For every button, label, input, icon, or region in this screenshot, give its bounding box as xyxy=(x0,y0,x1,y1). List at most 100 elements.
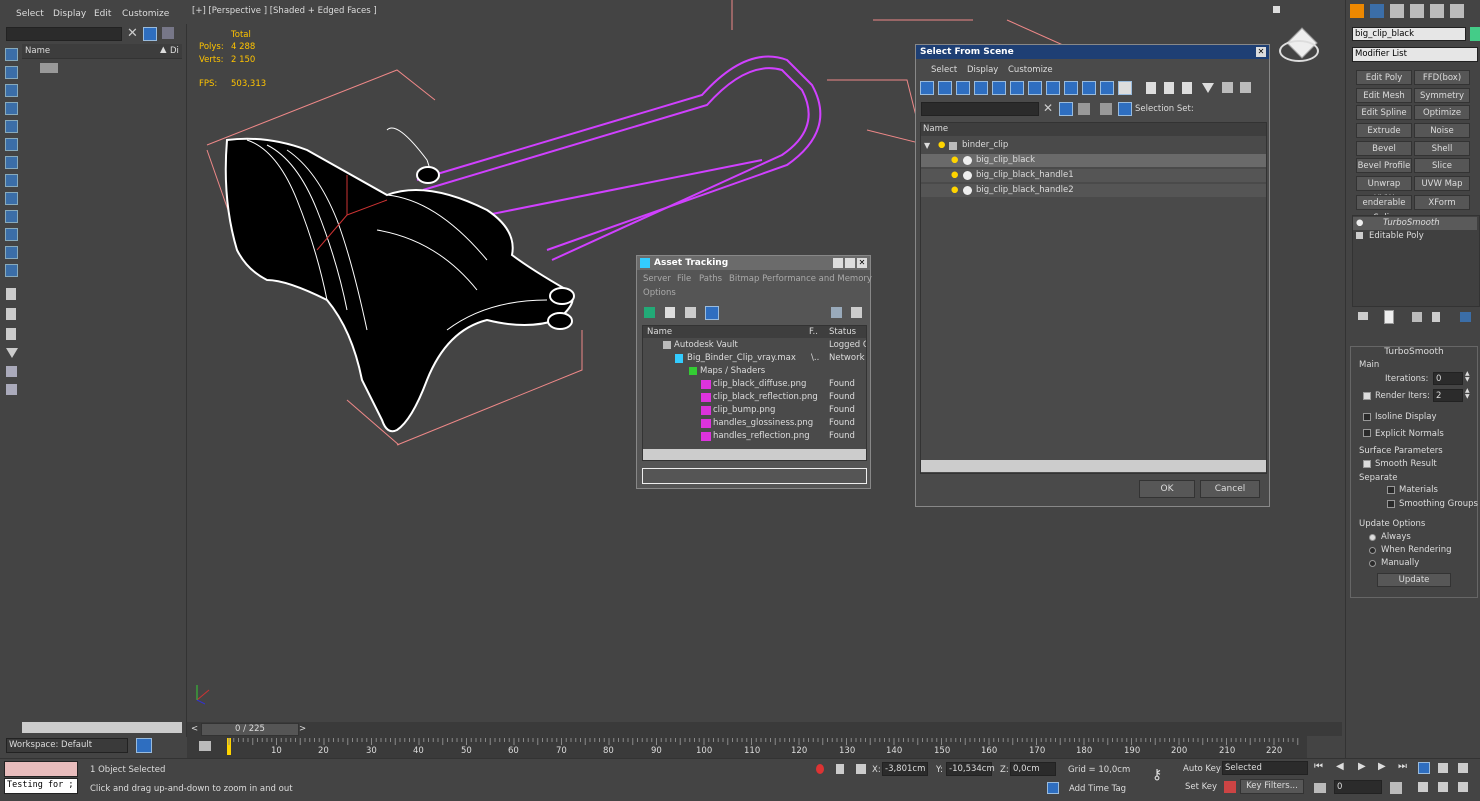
funnel-icon[interactable] xyxy=(6,348,18,358)
at-help-icon[interactable] xyxy=(831,307,842,318)
modifier-button[interactable]: Edit Spline xyxy=(1356,105,1412,120)
sfs-display-geometry-icon[interactable] xyxy=(920,81,934,95)
maxscript-input[interactable]: Testing for ; xyxy=(4,778,78,794)
key-filters-button[interactable]: Key Filters... xyxy=(1240,779,1304,794)
z-coord-input[interactable]: 0,0cm xyxy=(1010,762,1056,776)
at-details-icon[interactable] xyxy=(685,307,696,318)
lock-selection-icon[interactable] xyxy=(836,764,844,774)
at-minimize-button[interactable] xyxy=(833,258,843,268)
spacewarp-filter-icon[interactable] xyxy=(5,192,18,205)
select-from-scene-titlebar[interactable]: Select From Scene xyxy=(916,45,1269,59)
time-slider-next[interactable]: > xyxy=(299,724,306,734)
modifier-button[interactable]: FFD(box) xyxy=(1414,70,1470,85)
set-keys-icon[interactable] xyxy=(1224,781,1236,793)
field-of-view-icon[interactable] xyxy=(1458,763,1468,773)
at-info-icon[interactable] xyxy=(851,307,862,318)
render-iters-checkbox[interactable] xyxy=(1363,392,1371,400)
sfs-menu-select[interactable]: Select xyxy=(931,65,957,75)
sfs-display-bones-icon[interactable] xyxy=(1064,81,1078,95)
zoom-region-icon[interactable] xyxy=(1438,763,1448,773)
modifier-button[interactable]: Slice xyxy=(1414,158,1470,173)
at-col-name[interactable]: Name xyxy=(647,327,672,337)
sfs-display-lights-icon[interactable] xyxy=(956,81,970,95)
sfs-display-xrefs-icon[interactable] xyxy=(1046,81,1060,95)
hierarchy-icon[interactable] xyxy=(6,366,17,377)
utilities-tab-icon[interactable] xyxy=(1450,4,1464,18)
maxscript-listener[interactable] xyxy=(4,761,78,777)
modifier-button[interactable]: Edit Poly xyxy=(1356,70,1412,85)
at-menu-file[interactable]: File xyxy=(677,274,691,284)
sfs-display-hidden-icon[interactable] xyxy=(1118,81,1132,95)
sfs-display-cameras-icon[interactable] xyxy=(974,81,988,95)
sfs-list-header[interactable]: Name xyxy=(921,123,1266,136)
at-col-status[interactable]: Status xyxy=(829,327,856,337)
clear-search-icon[interactable]: ✕ xyxy=(127,26,138,41)
motion-tab-icon[interactable] xyxy=(1410,4,1424,18)
orbit-icon[interactable] xyxy=(1438,782,1448,792)
play-icon[interactable]: ▶ xyxy=(1358,761,1366,772)
manually-radio[interactable] xyxy=(1369,560,1376,567)
modify-tab-icon[interactable] xyxy=(1370,4,1384,18)
track-bar[interactable]: 10 20 30 40 50 60 70 80 90 100 110 120 1… xyxy=(187,736,1307,758)
sfs-page-icon-2[interactable] xyxy=(1164,82,1174,94)
bone-filter-icon[interactable] xyxy=(5,246,18,259)
hierarchy-tab-icon[interactable] xyxy=(1390,4,1404,18)
lightbulb-icon[interactable]: ● xyxy=(951,184,958,197)
time-slider-thumb[interactable]: 0 / 225 xyxy=(201,723,299,736)
shape-filter-icon[interactable] xyxy=(5,120,18,133)
at-menu-server[interactable]: Server xyxy=(643,274,671,284)
sfs-row-binder-clip[interactable]: ▼ ● binder_clip xyxy=(921,139,1266,152)
lightbulb-icon[interactable]: ● xyxy=(951,169,958,182)
modifier-button[interactable]: Unwrap UVW xyxy=(1356,176,1412,204)
invert-icon[interactable] xyxy=(5,84,18,97)
sfs-display-spacewarps-icon[interactable] xyxy=(1010,81,1024,95)
y-coord-input[interactable]: -10,534cm xyxy=(946,762,995,776)
sfs-stack-icon[interactable] xyxy=(1100,103,1112,115)
sfs-display-containers-icon[interactable] xyxy=(1082,81,1096,95)
x-coord-input[interactable]: -3,801cm xyxy=(882,762,928,776)
at-list-icon[interactable] xyxy=(665,307,675,318)
time-config-icon[interactable] xyxy=(1390,782,1402,794)
page-icon-2[interactable] xyxy=(6,308,16,320)
at-table-view-icon[interactable] xyxy=(705,306,719,320)
absolute-mode-icon[interactable] xyxy=(856,764,866,774)
sfs-hierarchy-icon[interactable] xyxy=(1222,82,1233,93)
sfs-col-name[interactable]: Name xyxy=(923,124,948,134)
selected-set-dropdown[interactable]: Selected xyxy=(1222,761,1308,775)
sfs-selection-set-dropdown[interactable] xyxy=(1196,102,1266,116)
at-row-asset[interactable]: clip_black_diffuse.png Found xyxy=(643,378,866,391)
sfs-menu-customize[interactable]: Customize xyxy=(1008,65,1053,75)
sfs-page-icon-3[interactable] xyxy=(1182,82,1192,94)
show-end-result-icon[interactable] xyxy=(1384,310,1394,324)
rollout-title[interactable]: TurboSmooth xyxy=(1351,347,1477,359)
smooth-result-checkbox[interactable] xyxy=(1363,460,1371,468)
remove-modifier-icon[interactable] xyxy=(1432,312,1440,322)
modifier-button[interactable]: Shell xyxy=(1414,141,1470,156)
sfs-display-helpers-icon[interactable] xyxy=(992,81,1006,95)
sfs-layers-icon[interactable] xyxy=(1078,103,1090,115)
display-tab-icon[interactable] xyxy=(1430,4,1444,18)
sfs-row-big-clip-black[interactable]: ● big_clip_black xyxy=(921,154,1266,167)
go-to-start-icon[interactable]: ⏮ xyxy=(1314,761,1323,772)
explorer-hscroll[interactable] xyxy=(22,722,182,733)
create-tab-icon[interactable] xyxy=(1350,4,1364,18)
prev-frame-icon[interactable]: ◀ xyxy=(1336,761,1344,772)
container-filter-icon[interactable] xyxy=(5,264,18,277)
maximize-viewport-icon[interactable] xyxy=(1458,782,1468,792)
sfs-row-handle1[interactable]: ● big_clip_black_handle1 xyxy=(921,169,1266,182)
at-row-vault[interactable]: Autodesk Vault Logged Ou xyxy=(643,339,866,352)
sfs-selection-set-icon[interactable] xyxy=(1118,102,1132,116)
sfs-cancel-button[interactable]: Cancel xyxy=(1200,480,1260,498)
sfs-display-shapes-icon[interactable] xyxy=(938,81,952,95)
key-mode-icon[interactable] xyxy=(1314,783,1326,793)
at-menu-paths[interactable]: Paths xyxy=(699,274,722,284)
next-frame-icon[interactable]: ▶ xyxy=(1378,761,1386,772)
at-row-asset[interactable]: clip_black_reflection.png Found xyxy=(643,391,866,404)
viewcube-ring[interactable] xyxy=(1279,40,1319,62)
menu-edit[interactable]: Edit xyxy=(94,9,111,19)
spinner-arrows-icon[interactable]: ▲ ▼ xyxy=(1465,388,1470,400)
object-color-swatch[interactable] xyxy=(1470,27,1480,41)
lightbulb-icon[interactable]: ● xyxy=(951,154,958,167)
auto-key-button[interactable]: Auto Key xyxy=(1183,764,1221,774)
when-rendering-radio[interactable] xyxy=(1369,547,1376,554)
